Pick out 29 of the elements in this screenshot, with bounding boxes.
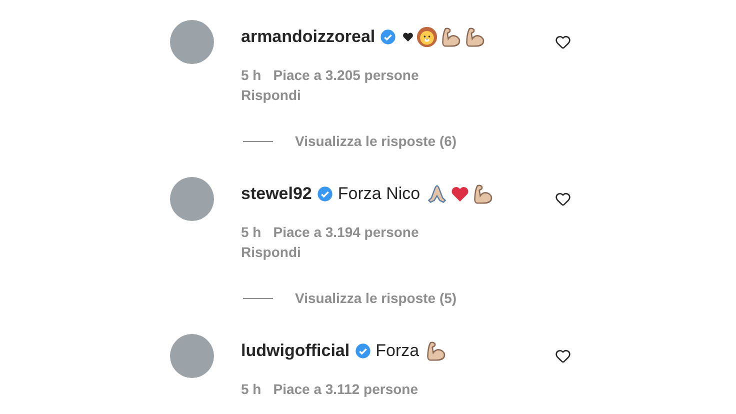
like-heart-icon[interactable] — [555, 348, 571, 364]
avatar-photo-placeholder[interactable] — [170, 20, 214, 64]
flexed-arm-emoji-icon — [425, 340, 448, 362]
likes-count[interactable]: Piace a 3.205 persone — [273, 64, 419, 86]
avatar-photo-placeholder[interactable] — [170, 177, 214, 221]
reply-button[interactable]: Rispondi — [241, 242, 301, 262]
comment-time: 5 h — [241, 380, 262, 398]
like-heart-icon[interactable] — [555, 191, 571, 207]
view-replies-button[interactable]: Visualizza le risposte (6) — [295, 131, 457, 151]
heart-emoji-icon — [450, 184, 470, 204]
praying-hands-emoji-icon — [426, 183, 448, 205]
view-replies-button[interactable]: Visualizza le risposte (5) — [295, 288, 457, 308]
flexed-arm-emoji-icon — [472, 183, 494, 205]
username-link[interactable]: armandoizzoreal — [241, 24, 376, 50]
comment-time: 5 h — [241, 222, 262, 242]
likes-count[interactable]: Piace a 3.194 persone — [273, 222, 419, 242]
comment-text: Forza Nico — [338, 183, 420, 206]
lion-emoji-icon — [416, 26, 438, 48]
username-link[interactable]: ludwigofficial — [241, 338, 350, 364]
flexed-arm-emoji-icon — [440, 26, 462, 48]
likes-count[interactable]: Piace a 3.112 persone — [273, 378, 418, 400]
like-heart-icon[interactable] — [555, 34, 571, 50]
flexed-arm-emoji-icon — [464, 26, 486, 48]
username-link[interactable]: stewel92 — [241, 181, 312, 207]
reply-button[interactable]: Rispondi — [241, 85, 301, 105]
avatar-photo-placeholder[interactable] — [170, 334, 214, 378]
comment-text: Forza — [376, 340, 420, 362]
comment-time: 5 h — [241, 66, 262, 84]
heart-emoji-icon — [402, 31, 414, 43]
